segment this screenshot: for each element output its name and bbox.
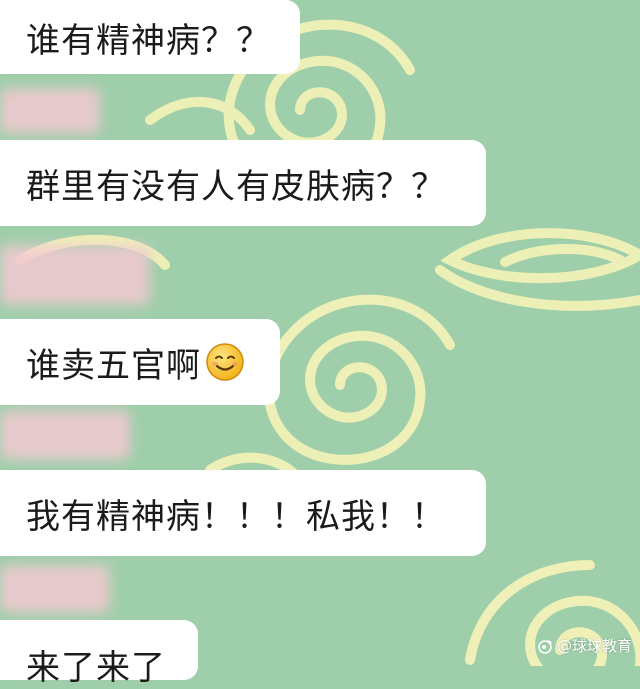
- avatar: [0, 245, 150, 305]
- message-bubble[interactable]: 我有精神病！！！私我！！: [0, 470, 486, 556]
- message-text: 谁有精神病？？: [26, 20, 271, 61]
- message-text: 我有精神病！！！私我！！: [26, 496, 446, 537]
- message-bubble[interactable]: 来了来了: [0, 620, 198, 688]
- message-bubble[interactable]: 谁有精神病？？: [0, 0, 300, 74]
- watermark: @球球教育: [537, 635, 632, 656]
- avatar: [0, 410, 130, 460]
- watermark-text: @球球教育: [556, 637, 632, 655]
- weibo-icon: [538, 639, 552, 654]
- avatar: [0, 88, 100, 134]
- message-bubble[interactable]: 群里有没有人有皮肤病？？: [0, 140, 486, 226]
- message-bubble[interactable]: 谁卖五官啊: [0, 319, 280, 405]
- message-text: 来了来了: [26, 648, 166, 688]
- avatar: [0, 565, 110, 613]
- smile-icon: [206, 343, 244, 381]
- message-text: 谁卖五官啊: [26, 345, 201, 386]
- message-text: 群里有没有人有皮肤病？？: [26, 166, 446, 207]
